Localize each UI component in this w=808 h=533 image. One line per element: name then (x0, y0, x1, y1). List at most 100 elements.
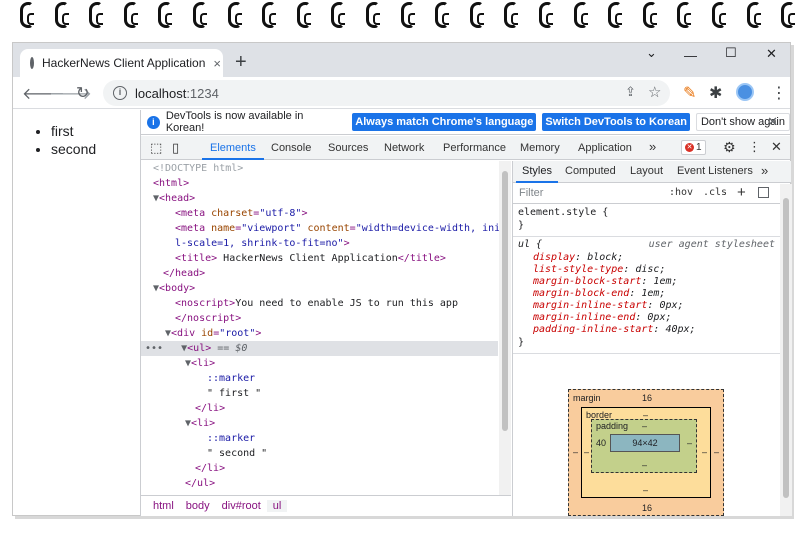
tab-layout[interactable]: Layout (630, 165, 663, 177)
margin-left-value[interactable]: – (573, 447, 578, 457)
maximize-button[interactable]: ☐ (725, 45, 737, 61)
ul-rule-selector[interactable]: ul { user agent stylesheet (518, 239, 775, 251)
css-property[interactable]: display (533, 252, 575, 263)
css-declaration[interactable]: margin-block-start: 1em; (533, 276, 678, 288)
breadcrumb-ul[interactable]: ul (266, 500, 288, 512)
css-value[interactable]: 0px; (647, 312, 671, 323)
css-property[interactable]: margin-block-end (533, 288, 629, 299)
tab-network[interactable]: Network (384, 142, 424, 154)
dom-line-marker-2[interactable]: ::marker (141, 431, 498, 446)
css-declaration[interactable]: list-style-type: disc; (533, 264, 665, 276)
profile-avatar[interactable] (736, 83, 754, 101)
dom-line-li-2[interactable]: ▼<li> (141, 416, 498, 431)
dom-line-li-1-close[interactable]: </li> (141, 401, 498, 416)
extension-colorful-icon[interactable]: ✎ (683, 83, 696, 103)
sidebar-toggle-icon[interactable] (758, 187, 769, 198)
box-model-padding[interactable]: padding – – 40 – 94×42 (591, 419, 697, 473)
always-match-language-button[interactable]: Always match Chrome's language (352, 113, 537, 131)
css-value[interactable]: 40px; (665, 324, 695, 335)
dom-line-head[interactable]: ▼<head> (141, 191, 498, 206)
css-declaration[interactable]: display: block; (533, 252, 623, 264)
breadcrumb-html[interactable]: html (147, 500, 180, 512)
padding-right-value[interactable]: – (687, 438, 692, 448)
close-infobar-icon[interactable]: ✕ (767, 114, 778, 130)
border-right-value[interactable]: – (702, 447, 707, 457)
minimize-button[interactable]: — (684, 48, 697, 63)
puzzle-icon[interactable]: ✱ (709, 83, 722, 103)
dom-line-html[interactable]: <html> (141, 176, 498, 191)
browser-tab[interactable]: HackerNews Client Application × (20, 49, 223, 77)
tab-close-icon[interactable]: × (213, 56, 221, 71)
margin-top-value[interactable]: 16 (642, 393, 652, 403)
border-bottom-value[interactable]: – (643, 485, 648, 495)
box-model-content[interactable]: 94×42 (610, 434, 680, 452)
css-declaration[interactable]: padding-inline-start: 40px; (533, 324, 696, 336)
dom-line-noscript-close[interactable]: </noscript> (141, 311, 498, 326)
css-property[interactable]: margin-block-start (533, 276, 641, 287)
close-window-button[interactable]: ✕ (766, 46, 777, 62)
dom-line-meta-viewport-cont[interactable]: l-scale=1, shrink-to-fit=no"> (141, 236, 498, 251)
dom-line-marker-1[interactable]: ::marker (141, 371, 498, 386)
css-value[interactable]: block; (587, 252, 623, 263)
tab-event-listeners[interactable]: Event Listeners (677, 165, 753, 177)
css-value[interactable]: 0px; (659, 300, 683, 311)
tab-console[interactable]: Console (271, 142, 311, 154)
dom-line-meta-charset[interactable]: <meta charset="utf-8"> (141, 206, 498, 221)
css-property[interactable]: list-style-type (533, 264, 623, 275)
cls-toggle[interactable]: .cls (703, 187, 727, 198)
error-count-badge[interactable]: ✕ 1 (681, 140, 706, 155)
margin-bottom-value[interactable]: 16 (642, 503, 652, 513)
dom-line-head-close[interactable]: </head> (141, 266, 498, 281)
padding-top-value[interactable]: – (642, 421, 647, 431)
tab-styles[interactable]: Styles (516, 165, 558, 183)
box-model-border[interactable]: border – – – – padding – – 40 – 94×42 (581, 407, 711, 498)
tab-performance[interactable]: Performance (443, 142, 506, 154)
css-declaration[interactable]: margin-inline-start: 0px; (533, 300, 684, 312)
styles-scrollbar[interactable] (780, 184, 792, 516)
tab-application[interactable]: Application (578, 142, 632, 154)
dom-line-title[interactable]: <title> HackerNews Client Application</t… (141, 251, 498, 266)
scroll-thumb[interactable] (783, 198, 789, 498)
hov-toggle[interactable]: :hov (669, 187, 693, 198)
element-style-selector[interactable]: element.style { (518, 207, 608, 219)
bookmark-star-icon[interactable]: ☆ (648, 83, 661, 101)
dom-line-ul-selected[interactable]: ••• ▼<ul> == $0 (141, 341, 498, 356)
dom-line-div-root[interactable]: ▼<div id="root"> (141, 326, 498, 341)
padding-bottom-value[interactable]: – (642, 460, 647, 470)
css-declaration[interactable]: margin-inline-end: 0px; (533, 312, 672, 324)
css-value[interactable]: 1em; (641, 288, 665, 299)
tab-computed[interactable]: Computed (565, 165, 616, 177)
dom-line-li-1[interactable]: ▼<li> (141, 356, 498, 371)
filter-input[interactable]: Filter (519, 187, 543, 199)
more-tabs-icon[interactable]: » (649, 139, 656, 154)
elements-scrollbar[interactable] (499, 161, 511, 495)
tab-search-icon[interactable]: ⌄ (646, 45, 657, 61)
inspect-element-icon[interactable]: ⬚ (150, 140, 162, 156)
breadcrumb-body[interactable]: body (180, 500, 216, 512)
css-value[interactable]: disc; (635, 264, 665, 275)
dom-line-doctype[interactable]: <!DOCTYPE html> (141, 161, 498, 176)
dom-line-noscript[interactable]: <noscript>You need to enable JS to run t… (141, 296, 498, 311)
dom-line-li-2-close[interactable]: </li> (141, 461, 498, 476)
dom-line-meta-viewport[interactable]: <meta name="viewport" content="width=dev… (141, 221, 511, 236)
tab-elements[interactable]: Elements (202, 142, 264, 160)
css-property[interactable]: margin-inline-start (533, 300, 647, 311)
tab-memory[interactable]: Memory (520, 142, 560, 154)
address-bar[interactable]: i localhost:1234 ⇪ ☆ (103, 80, 670, 106)
more-style-tabs-icon[interactable]: » (761, 163, 768, 178)
tab-sources[interactable]: Sources (328, 142, 368, 154)
scroll-thumb[interactable] (502, 171, 508, 431)
dom-line-text-first[interactable]: " first " (141, 386, 498, 401)
css-value[interactable]: 1em; (653, 276, 677, 287)
site-info-icon[interactable]: i (113, 86, 127, 100)
css-declaration[interactable]: margin-block-end: 1em; (533, 288, 665, 300)
box-model-margin[interactable]: margin 16 16 – – border – – – – padding … (568, 389, 724, 516)
share-icon[interactable]: ⇪ (625, 84, 636, 100)
reload-icon[interactable]: ↻ (76, 83, 89, 103)
menu-icon[interactable]: ⋮ (771, 83, 787, 103)
new-rule-icon[interactable]: + (737, 184, 746, 201)
dom-line-text-second[interactable]: " second " (141, 446, 498, 461)
dom-line-ul-close[interactable]: </ul> (141, 476, 498, 491)
css-property[interactable]: margin-inline-end (533, 312, 635, 323)
css-property[interactable]: padding-inline-start (533, 324, 653, 335)
